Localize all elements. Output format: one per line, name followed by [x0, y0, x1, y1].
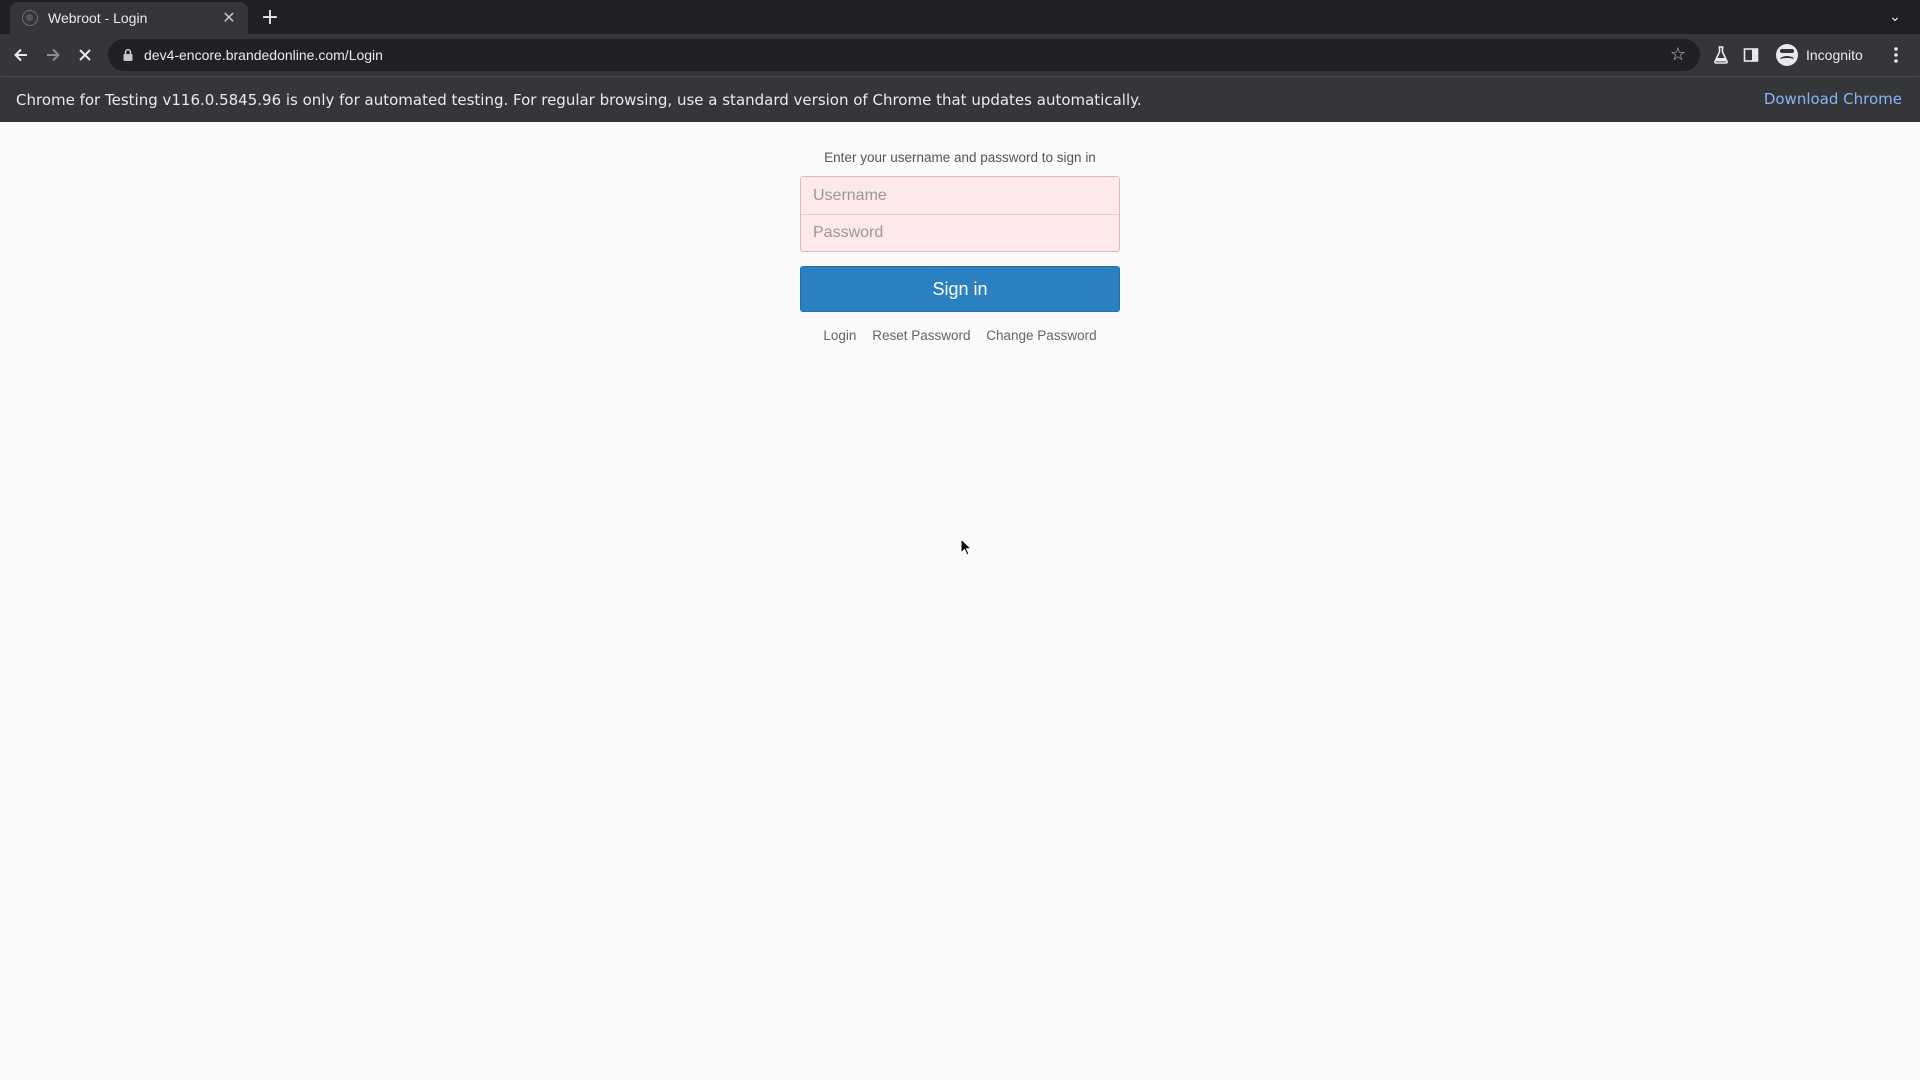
mouse-cursor-icon	[960, 538, 972, 556]
menu-button[interactable]	[1881, 40, 1911, 70]
forward-button[interactable]	[38, 40, 68, 70]
close-tab-icon[interactable]: ✕	[220, 9, 238, 27]
browser-window: Webroot - Login ✕ + ⌄ dev4-encore.brande…	[0, 0, 1920, 1080]
reset-password-link[interactable]: Reset Password	[872, 328, 970, 343]
lock-icon	[123, 48, 133, 61]
browser-toolbar: dev4-encore.brandedonline.com/Login ☆ In…	[0, 34, 1920, 76]
login-form: Enter your username and password to sign…	[800, 148, 1120, 343]
sign-in-button[interactable]: Sign in	[800, 266, 1120, 312]
credential-fields	[800, 176, 1120, 252]
back-arrow-icon	[14, 48, 27, 62]
login-links: Login Reset Password Change Password	[800, 328, 1120, 343]
url-text: dev4-encore.brandedonline.com/Login	[144, 47, 383, 63]
toolbar-right: Incognito	[1706, 34, 1911, 76]
password-input[interactable]	[801, 214, 1119, 251]
flask-icon	[1714, 46, 1728, 64]
page-content: Enter your username and password to sign…	[0, 122, 1920, 1080]
forward-arrow-icon	[47, 48, 60, 62]
stop-x-icon	[79, 49, 91, 61]
tab-title: Webroot - Login	[48, 10, 148, 26]
infobar-message: Chrome for Testing v116.0.5845.96 is onl…	[16, 90, 1142, 109]
automation-infobar: Chrome for Testing v116.0.5845.96 is onl…	[0, 76, 1920, 122]
change-password-link[interactable]: Change Password	[986, 328, 1096, 343]
incognito-icon	[1776, 44, 1798, 66]
login-hint: Enter your username and password to sign…	[824, 150, 1096, 165]
login-link[interactable]: Login	[823, 328, 856, 343]
download-chrome-link[interactable]: Download Chrome	[1764, 90, 1902, 108]
labs-flask-button[interactable]	[1706, 40, 1736, 70]
incognito-profile-button[interactable]: Incognito	[1770, 40, 1875, 70]
bookmark-star-icon[interactable]: ☆	[1668, 45, 1688, 65]
address-bar[interactable]: dev4-encore.brandedonline.com/Login ☆	[108, 39, 1700, 71]
new-tab-button[interactable]: +	[258, 6, 282, 30]
side-panel-button[interactable]	[1736, 40, 1766, 70]
stop-loading-button[interactable]	[70, 40, 100, 70]
username-input[interactable]	[801, 177, 1119, 214]
kebab-menu-icon	[1894, 47, 1898, 63]
tab-webroot-login[interactable]: Webroot - Login ✕	[10, 2, 248, 34]
tab-strip: Webroot - Login ✕ + ⌄	[0, 0, 1920, 34]
side-panel-icon	[1743, 48, 1759, 62]
incognito-label: Incognito	[1806, 47, 1863, 63]
loading-favicon-icon	[22, 10, 38, 26]
back-button[interactable]	[6, 40, 36, 70]
tab-search-chevron-icon[interactable]: ⌄	[1884, 6, 1906, 28]
